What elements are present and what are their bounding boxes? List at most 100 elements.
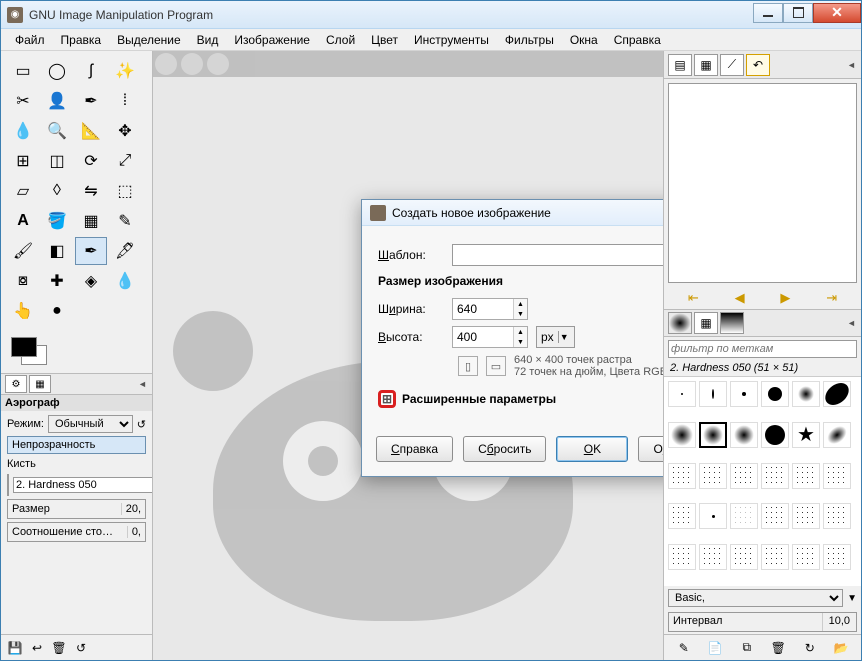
menu-layer[interactable]: Слой — [318, 31, 363, 49]
layers-tab[interactable]: ▤ — [668, 54, 692, 76]
menu-view[interactable]: Вид — [189, 31, 227, 49]
cage-tool[interactable]: ⬚ — [109, 177, 141, 205]
wand-tool[interactable]: ✨ — [109, 57, 141, 85]
mode-select[interactable]: Обычный — [48, 415, 133, 433]
width-input[interactable]: ▲▼ — [452, 298, 528, 320]
size-spinner[interactable]: Размер 20, — [7, 499, 146, 519]
brush-item[interactable] — [761, 422, 789, 448]
menu-select[interactable]: Выделение — [109, 31, 189, 49]
blend-tool[interactable]: ▦ — [75, 207, 107, 235]
aspect-spinner[interactable]: Соотношение сто… 0, — [7, 522, 146, 542]
ink-tool[interactable]: 🖋 — [109, 237, 141, 265]
brush-item[interactable] — [792, 544, 820, 570]
menu-edit[interactable]: Правка — [53, 31, 110, 49]
refresh-brush-icon[interactable]: ↻ — [802, 640, 818, 656]
edit-brush-icon[interactable]: ✎ — [676, 640, 692, 656]
color-picker-tool[interactable]: ⁞ — [109, 87, 141, 115]
ellipse-select-tool[interactable]: ◯ — [41, 57, 73, 85]
smudge-tool[interactable]: 👆 — [7, 297, 39, 325]
brush-item[interactable] — [761, 544, 789, 570]
new-brush-icon[interactable]: 📄 — [707, 640, 723, 656]
perspective-clone-tool[interactable]: ◈ — [75, 267, 107, 295]
save-preset-icon[interactable]: 💾 — [7, 640, 23, 656]
reset-mode-icon[interactable]: ↺ — [137, 418, 146, 431]
airbrush-tool[interactable]: ✒ — [75, 237, 107, 265]
device-tab[interactable]: ▦ — [29, 375, 51, 393]
reset-button[interactable]: Сбросить — [463, 436, 546, 462]
zoom-tool[interactable]: 🔍 — [41, 117, 73, 145]
expand-plus-icon[interactable]: ⊞ — [378, 390, 396, 408]
brush-filter-input[interactable] — [668, 340, 857, 358]
cancel-button[interactable]: Отменить — [638, 436, 663, 462]
scissors-tool[interactable]: ✂ — [7, 87, 39, 115]
brush-preset-select[interactable]: Basic, — [668, 589, 843, 607]
minimize-button[interactable] — [753, 3, 783, 23]
nav-next-icon[interactable]: ▶ — [780, 290, 790, 306]
menu-help[interactable]: Справка — [606, 31, 669, 49]
brush-item[interactable] — [823, 503, 851, 529]
width-up-icon[interactable]: ▲ — [514, 299, 527, 309]
scale-tool[interactable]: ⤢ — [109, 147, 141, 175]
brush-preview-icon[interactable] — [7, 474, 9, 496]
dodge-tool[interactable]: ● — [41, 297, 73, 325]
brush-name-input[interactable] — [13, 477, 152, 493]
heal-tool[interactable]: ✚ — [41, 267, 73, 295]
reset-preset-icon[interactable]: ↺ — [73, 640, 89, 656]
pencil-tool[interactable]: ✎ — [109, 207, 141, 235]
flip-tool[interactable]: ⇋ — [75, 177, 107, 205]
open-brush-icon[interactable]: 📂 — [833, 640, 849, 656]
menu-file[interactable]: Файл — [7, 31, 53, 49]
brush-item[interactable] — [668, 463, 696, 489]
paths-tab[interactable]: ⟋ — [720, 54, 744, 76]
brush-item[interactable] — [668, 503, 696, 529]
brush-item[interactable] — [699, 463, 727, 489]
template-combo[interactable]: ▼ — [452, 244, 663, 266]
perspective-tool[interactable]: ◊ — [41, 177, 73, 205]
brushes-tab[interactable] — [668, 312, 692, 334]
brush-item[interactable] — [792, 381, 820, 407]
menu-color[interactable]: Цвет — [363, 31, 406, 49]
brush-item[interactable] — [761, 503, 789, 529]
eraser-tool[interactable]: ◧ — [41, 237, 73, 265]
dup-brush-icon[interactable]: ⧉ — [739, 640, 755, 656]
text-tool[interactable]: A — [7, 207, 39, 235]
brush-item[interactable] — [699, 503, 727, 529]
height-down-icon[interactable]: ▼ — [514, 337, 527, 347]
move-tool[interactable]: ✥ — [109, 117, 141, 145]
ok-button[interactable]: OK — [556, 436, 628, 462]
clone-tool[interactable]: ⧇ — [7, 267, 39, 295]
menu-filters[interactable]: Фильтры — [497, 31, 562, 49]
brush-item[interactable] — [730, 422, 758, 448]
unit-combo[interactable]: px▼ — [536, 326, 575, 348]
menu-tools[interactable]: Инструменты — [406, 31, 497, 49]
width-down-icon[interactable]: ▼ — [514, 309, 527, 319]
crop-tool[interactable]: ◫ — [41, 147, 73, 175]
foreground-tool[interactable]: 👤 — [41, 87, 73, 115]
paintbrush-tool[interactable]: 🖌 — [7, 237, 39, 265]
brush-item[interactable] — [668, 381, 696, 407]
eyedrop-tool[interactable]: 💧 — [7, 117, 39, 145]
advanced-expander[interactable]: ⊞ Расширенные параметры — [378, 390, 663, 408]
brush-dock-menu-icon[interactable]: ◄ — [847, 318, 857, 328]
brush-item[interactable] — [823, 463, 851, 489]
landscape-icon[interactable]: ▭ — [486, 356, 506, 376]
rect-select-tool[interactable]: ▭ — [7, 57, 39, 85]
portrait-icon[interactable]: ▯ — [458, 356, 478, 376]
brush-item[interactable]: ★ — [792, 422, 820, 448]
blur-tool[interactable]: 💧 — [109, 267, 141, 295]
height-up-icon[interactable]: ▲ — [514, 327, 527, 337]
preset-menu-icon[interactable]: ▼ — [847, 593, 857, 604]
fg-color-swatch[interactable] — [11, 337, 37, 357]
lasso-tool[interactable]: ʃ — [75, 57, 107, 85]
brush-item[interactable] — [730, 381, 758, 407]
nav-first-icon[interactable]: ⇤ — [688, 290, 699, 306]
brush-item[interactable] — [823, 422, 851, 448]
maximize-button[interactable] — [783, 3, 813, 23]
nav-prev-icon[interactable]: ◀ — [735, 290, 745, 306]
brush-item[interactable] — [730, 544, 758, 570]
undo-tab[interactable]: ↶ — [746, 54, 770, 76]
brush-item[interactable] — [699, 381, 727, 407]
right-dock-menu-icon[interactable]: ◄ — [847, 60, 857, 70]
help-button[interactable]: Справка — [376, 436, 453, 462]
patterns-tab[interactable]: ▦ — [694, 312, 718, 334]
